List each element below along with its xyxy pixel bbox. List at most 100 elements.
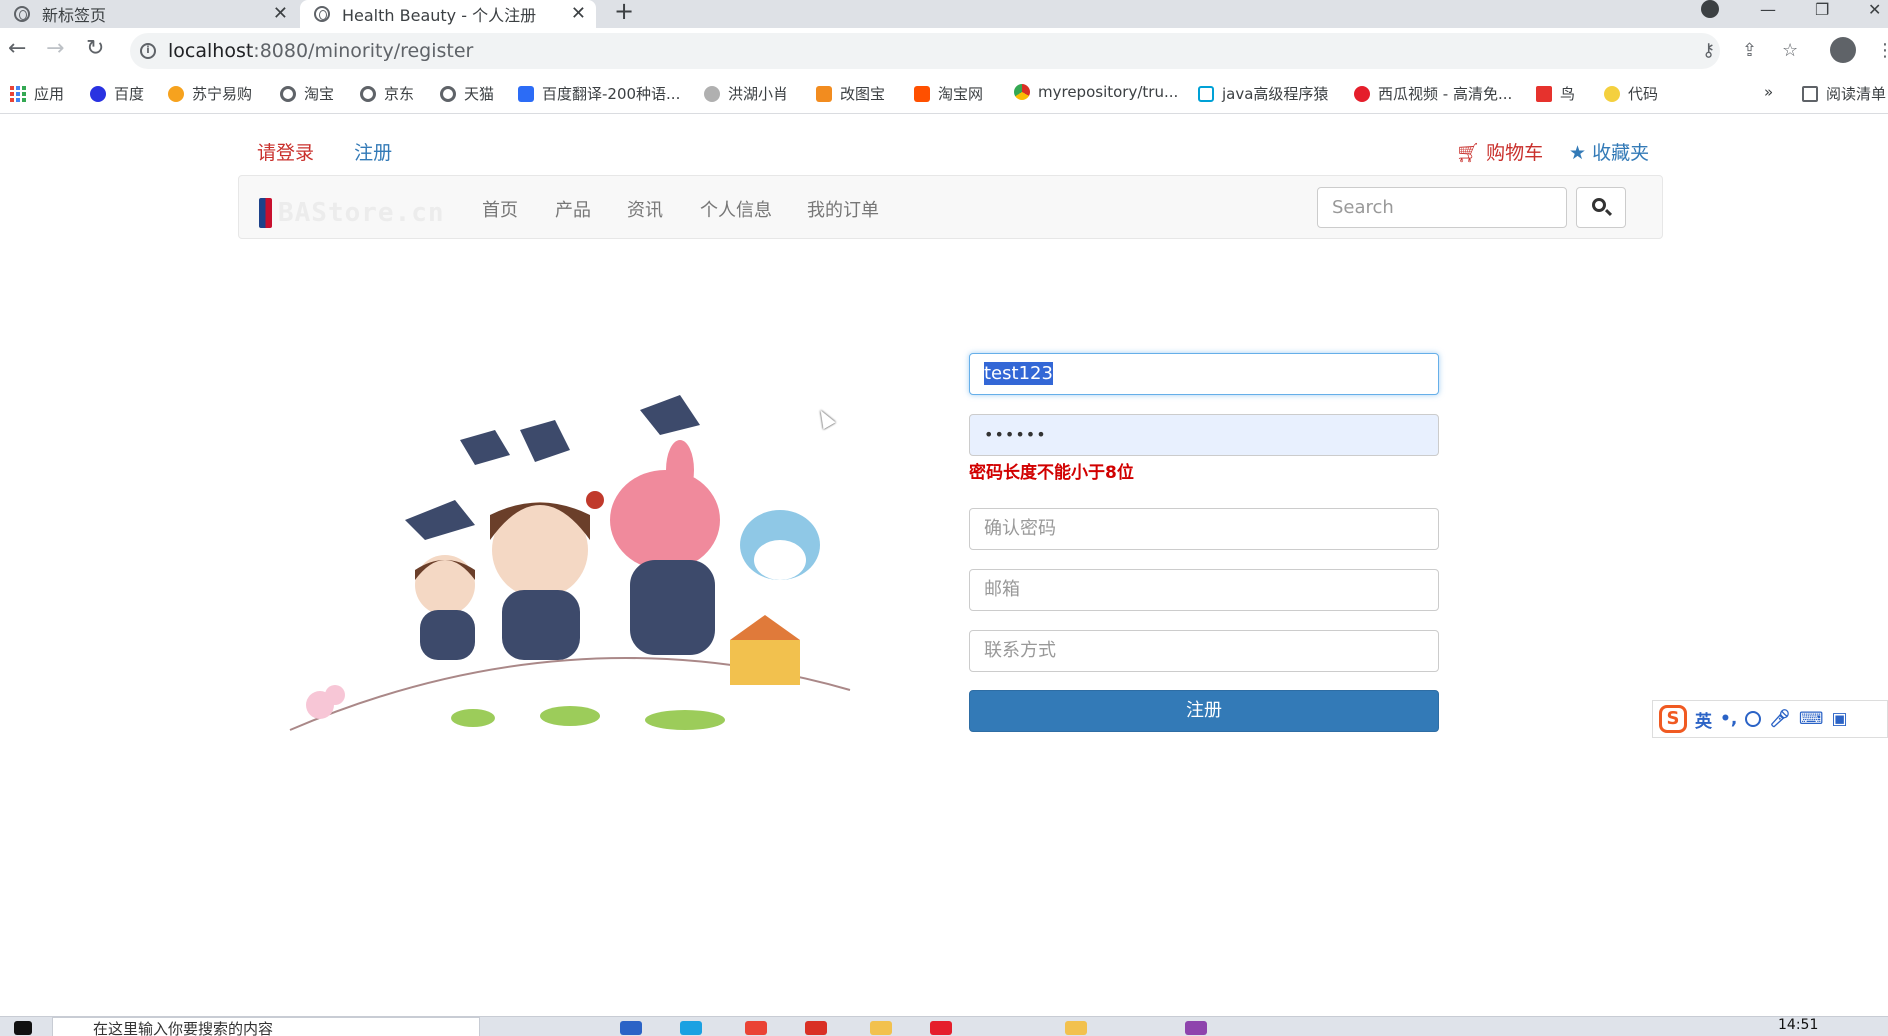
bookmark-gaitubao[interactable]: 改图宝 <box>816 83 885 104</box>
emoji-icon[interactable] <box>1745 711 1762 727</box>
bookmark-bird[interactable]: 鸟 <box>1536 83 1575 104</box>
search-button[interactable] <box>1576 187 1626 228</box>
favorites-link[interactable]: ★ 收藏夹 <box>1569 138 1649 165</box>
bookmark-baidu[interactable]: 百度 <box>90 83 144 104</box>
nav-profile[interactable]: 个人信息 <box>700 196 772 222</box>
nav-news[interactable]: 资讯 <box>627 196 663 222</box>
chrome-icon <box>1014 84 1030 100</box>
bookmark-java[interactable]: java高级程序猿 <box>1198 83 1328 104</box>
bookmark-taobaowang[interactable]: 淘宝网 <box>914 83 983 104</box>
bookmark-honghu[interactable]: 洪湖小肖 <box>704 83 788 104</box>
taskbar-app-icon[interactable] <box>930 1021 952 1035</box>
nav-home[interactable]: 首页 <box>482 196 518 222</box>
star-icon: ★ <box>1569 142 1587 164</box>
cart-link[interactable]: 🛒︎ 购物车 <box>1456 138 1543 165</box>
microphone-icon[interactable]: 🎤︎ <box>1769 709 1791 729</box>
search-icon <box>1592 198 1606 212</box>
taskbar-app-icon[interactable] <box>1065 1021 1087 1035</box>
restore-icon[interactable]: ❐ <box>1815 0 1829 19</box>
globe-icon <box>14 6 30 22</box>
close-tab-icon[interactable]: ✕ <box>571 3 586 24</box>
tab-title: 新标签页 <box>42 6 107 25</box>
globe-icon <box>440 85 456 102</box>
register-submit-button[interactable]: 注册 <box>969 690 1439 732</box>
password-error-message: 密码长度不能小于8位 <box>969 463 1134 483</box>
login-link[interactable]: 请登录 <box>257 142 314 164</box>
key-icon[interactable]: ⚷ <box>1702 40 1715 61</box>
share-icon[interactable]: ⇪ <box>1742 40 1757 61</box>
confirm-password-field[interactable]: 确认密码 <box>969 508 1439 550</box>
main-navbar: BAStore.cn 首页 产品 资讯 个人信息 我的订单 Search <box>238 175 1663 239</box>
url-bar[interactable]: i localhost:8080/minority/register <box>130 33 1720 69</box>
nba-logo-icon <box>259 198 272 228</box>
nav-orders[interactable]: 我的订单 <box>807 196 879 222</box>
feather-icon <box>704 85 720 102</box>
clock: 14:51 <box>1778 1017 1819 1033</box>
forward-arrow-icon[interactable]: → <box>46 36 64 61</box>
taskbar-app-icon[interactable] <box>805 1021 827 1035</box>
close-window-icon[interactable]: ✕ <box>1868 0 1881 19</box>
toolbox-icon[interactable]: ▣ <box>1831 709 1847 729</box>
windows-start-icon[interactable] <box>14 1021 32 1035</box>
url-text: localhost:8080/minority/register <box>168 40 474 62</box>
chrome-taskbar-icon[interactable] <box>745 1021 767 1035</box>
bookmark-myrepository[interactable]: myrepository/tru... <box>1014 83 1178 101</box>
keyboard-icon[interactable]: ⌨ <box>1799 709 1824 729</box>
address-toolbar: ← → ↻ i localhost:8080/minority/register… <box>0 28 1888 74</box>
bookmark-tmall[interactable]: 天猫 <box>440 83 494 104</box>
email-field[interactable]: 邮箱 <box>969 569 1439 611</box>
ime-toolbar: S 英 •, 🎤︎ ⌨ ▣ <box>1652 700 1888 738</box>
bird-icon <box>1536 85 1552 102</box>
reading-list-icon <box>1802 85 1818 102</box>
bookmark-baidu-translate[interactable]: 百度翻译-200种语... <box>518 83 680 104</box>
close-tab-icon[interactable]: ✕ <box>273 3 288 24</box>
password-field[interactable]: •••••• <box>969 414 1439 456</box>
register-link[interactable]: 注册 <box>354 142 392 164</box>
username-field[interactable]: test123 <box>969 353 1439 395</box>
bookmark-code[interactable]: 代码 <box>1604 83 1658 104</box>
taskbar-search[interactable]: 在这里输入你要搜索的内容 <box>52 1017 480 1036</box>
nav-products[interactable]: 产品 <box>555 196 591 222</box>
new-tab-plus-icon[interactable]: + <box>614 0 634 23</box>
site-info-icon[interactable]: i <box>140 43 156 59</box>
bilibili-icon <box>1198 85 1214 102</box>
taskbar-app-icon[interactable] <box>620 1021 642 1035</box>
back-arrow-icon[interactable]: ← <box>8 36 26 61</box>
taskbar-app-icon[interactable] <box>680 1021 702 1035</box>
sogou-logo-icon[interactable]: S <box>1659 705 1687 733</box>
phone-field[interactable]: 联系方式 <box>969 630 1439 672</box>
brand-logo[interactable]: BAStore.cn <box>259 198 445 228</box>
auth-links: 请登录 注册 <box>257 138 392 165</box>
punctuation-icon[interactable]: •, <box>1720 709 1737 729</box>
reload-icon[interactable]: ↻ <box>86 36 104 61</box>
intellij-icon[interactable] <box>1185 1021 1207 1035</box>
translate-icon <box>518 85 534 102</box>
apps-grid-icon <box>10 85 26 102</box>
globe-icon <box>360 85 376 102</box>
search-input[interactable]: Search <box>1317 187 1567 228</box>
tab-search-icon[interactable] <box>1701 0 1719 18</box>
baidu-paw-icon <box>90 85 106 102</box>
windows-taskbar: 在这里输入你要搜索的内容 14:51 <box>0 1016 1888 1036</box>
bookmark-apps[interactable]: 应用 <box>10 83 64 104</box>
bookmark-jd[interactable]: 京东 <box>360 83 414 104</box>
reading-list[interactable]: 阅读清单 <box>1802 83 1886 104</box>
graduation-illustration <box>289 395 851 731</box>
minimize-icon[interactable]: — <box>1760 0 1776 19</box>
ime-language-toggle[interactable]: 英 <box>1695 707 1712 732</box>
tab-strip: 新标签页 ✕ Health Beauty - 个人注册 ✕ + — ❐ ✕ <box>0 0 1888 28</box>
profile-avatar-icon[interactable] <box>1830 37 1856 63</box>
bookmark-star-icon[interactable]: ☆ <box>1782 40 1798 61</box>
file-explorer-icon[interactable] <box>870 1021 892 1035</box>
tab-register[interactable]: Health Beauty - 个人注册 ✕ <box>300 0 596 28</box>
bookmark-suning[interactable]: 苏宁易购 <box>168 83 252 104</box>
bookmark-xigua[interactable]: 西瓜视频 - 高清免... <box>1354 83 1512 104</box>
xigua-icon <box>1354 85 1370 102</box>
cart-icon: 🛒︎ <box>1456 142 1481 164</box>
tab-new-tab[interactable]: 新标签页 ✕ <box>0 0 298 28</box>
bookmarks-bar: 应用 百度 苏宁易购 淘宝 京东 天猫 百度翻译-200种语... 洪湖小肖 改… <box>0 74 1888 114</box>
menu-dots-icon[interactable]: ⋮ <box>1876 40 1888 61</box>
gaitubao-icon <box>816 85 832 102</box>
bookmarks-overflow[interactable]: » <box>1764 83 1773 101</box>
bookmark-taobao[interactable]: 淘宝 <box>280 83 334 104</box>
